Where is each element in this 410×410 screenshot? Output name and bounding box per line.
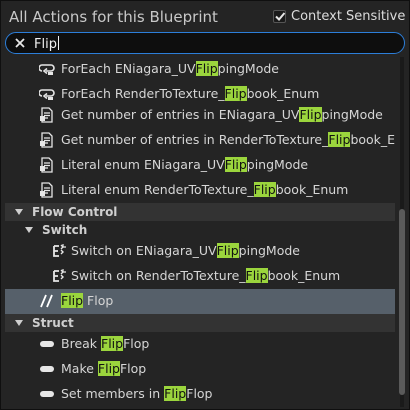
action-label-suffix: book_Enum (275, 182, 349, 197)
search-match-highlight: Flip (245, 268, 268, 283)
category-label: Flow Control (32, 205, 118, 219)
action-label-suffix: Flop (119, 361, 147, 376)
action-label-suffix: pingMode (238, 243, 300, 258)
checkmark-icon (275, 12, 286, 21)
struct-pill-icon (39, 361, 55, 377)
action-label: Switch on ENiagara_UVFlippingMode (71, 243, 300, 258)
action-label-suffix: Flop (123, 336, 150, 351)
switch-node-icon (51, 243, 67, 259)
function-doc-icon (39, 157, 55, 173)
category-header[interactable]: Flow Control (5, 203, 395, 221)
action-label: Make FlipFlop (61, 361, 146, 376)
action-label: Get number of entries in RenderToTexture… (61, 132, 395, 147)
action-item[interactable]: Switch on RenderToTexture_Flipbook_Enum (5, 264, 395, 289)
struct-pill-icon (39, 386, 55, 402)
search-field[interactable]: Flip (5, 32, 405, 54)
search-match-highlight: Flip (299, 107, 322, 122)
action-item[interactable]: Get number of entries in RenderToTexture… (5, 128, 395, 153)
search-match-highlight: Flip (216, 243, 239, 258)
collapse-arrow-icon[interactable] (15, 208, 23, 216)
category-label: Switch (42, 223, 88, 237)
action-label-suffix: pingMode (246, 157, 309, 172)
scrollbar[interactable] (397, 57, 407, 407)
search-match-highlight: Flip (253, 182, 276, 197)
action-label-prefix: Switch on ENiagara_UV (71, 243, 217, 258)
search-match-highlight: Flip (164, 386, 187, 401)
action-list: ForEach ENiagara_UVFlippingMode ForEach R… (5, 57, 395, 407)
context-sensitive-checkbox[interactable] (273, 10, 286, 23)
struct-pill-icon (39, 336, 55, 352)
action-item[interactable]: ForEach ENiagara_UVFlippingMode (5, 57, 395, 82)
action-label-suffix: book_Enum (246, 86, 320, 101)
function-doc-icon (39, 107, 55, 123)
action-label-suffix: Flop (186, 386, 213, 401)
search-match-highlight: Flip (61, 293, 84, 308)
menu-title: All Actions for this Blueprint (9, 8, 218, 26)
scrollbar-thumb[interactable] (399, 209, 405, 395)
action-label-prefix: Make (61, 361, 98, 376)
action-label-prefix: Get number of entries in ENiagara_UV (61, 107, 300, 122)
action-label: Flip Flop (61, 293, 113, 308)
search-match-highlight: Flip (101, 336, 124, 351)
action-item[interactable]: Switch on ENiagara_UVFlippingMode (5, 239, 395, 264)
collapse-arrow-icon[interactable] (15, 319, 23, 327)
action-label-suffix: pingMode (217, 61, 279, 76)
category-header[interactable]: Struct (5, 314, 395, 332)
action-label-prefix: Switch on RenderToTexture_ (71, 268, 246, 283)
action-label-prefix: Literal enum ENiagara_UV (61, 157, 225, 172)
foreach-loop-icon (38, 86, 55, 102)
action-item[interactable]: Break FlipFlop (5, 332, 395, 357)
search-match-highlight: Flip (224, 86, 247, 101)
action-label-prefix: Break (61, 336, 102, 351)
action-label-prefix: ForEach RenderToTexture_ (61, 86, 225, 101)
collapse-arrow-icon[interactable] (25, 226, 33, 234)
action-label: Break FlipFlop (61, 336, 149, 351)
context-sensitive-label: Context Sensitive (291, 9, 406, 24)
action-item[interactable]: Get number of entries in ENiagara_UVFlip… (5, 103, 395, 128)
category-label: Struct (32, 316, 74, 330)
search-input-value: Flip (34, 37, 57, 52)
action-label-suffix: pingMode (321, 107, 383, 122)
action-label-suffix: book_Enum (350, 132, 395, 147)
function-doc-icon (39, 132, 55, 148)
action-label-prefix: ForEach ENiagara_UV (61, 61, 196, 76)
search-match-highlight: Flip (328, 132, 351, 147)
blueprint-action-menu: All Actions for this Blueprint Context S… (0, 0, 410, 410)
action-label: ForEach ENiagara_UVFlippingMode (61, 61, 279, 76)
search-input[interactable]: Flip (34, 36, 59, 52)
action-item[interactable]: Flip Flop (5, 289, 395, 314)
foreach-loop-icon (38, 61, 55, 77)
action-item[interactable]: Make FlipFlop (5, 357, 395, 382)
action-label-suffix: Flop (83, 293, 114, 308)
context-sensitive-toggle[interactable]: Context Sensitive (273, 9, 405, 24)
action-label-prefix: Set members in (61, 386, 165, 401)
text-caret (57, 36, 59, 50)
action-label: Get number of entries in ENiagara_UVFlip… (61, 107, 383, 122)
menu-header: All Actions for this Blueprint Context S… (1, 1, 410, 31)
action-label-suffix: book_Enum (267, 268, 341, 283)
action-label: Literal enum RenderToTexture_Flipbook_En… (61, 182, 348, 197)
action-item[interactable]: Literal enum RenderToTexture_Flipbook_En… (5, 178, 395, 203)
switch-node-icon (51, 268, 67, 284)
action-item[interactable]: Set members in FlipFlop (5, 382, 395, 407)
action-label: Literal enum ENiagara_UVFlippingMode (61, 157, 308, 172)
clear-search-icon[interactable] (13, 36, 27, 50)
function-doc-icon (39, 182, 55, 198)
action-item[interactable]: Literal enum ENiagara_UVFlippingMode (5, 153, 395, 178)
search-match-highlight: Flip (224, 157, 247, 172)
subcategory-header[interactable]: Switch (5, 221, 395, 239)
search-match-highlight: Flip (97, 361, 120, 376)
flipflop-icon (39, 293, 55, 309)
search-match-highlight: Flip (195, 61, 218, 76)
action-label-prefix: Literal enum RenderToTexture_ (61, 182, 254, 197)
action-label-prefix: Get number of entries in RenderToTexture… (61, 132, 329, 147)
action-label: ForEach RenderToTexture_Flipbook_Enum (61, 86, 319, 101)
action-label: Set members in FlipFlop (61, 386, 213, 401)
action-label: Switch on RenderToTexture_Flipbook_Enum (71, 268, 340, 283)
